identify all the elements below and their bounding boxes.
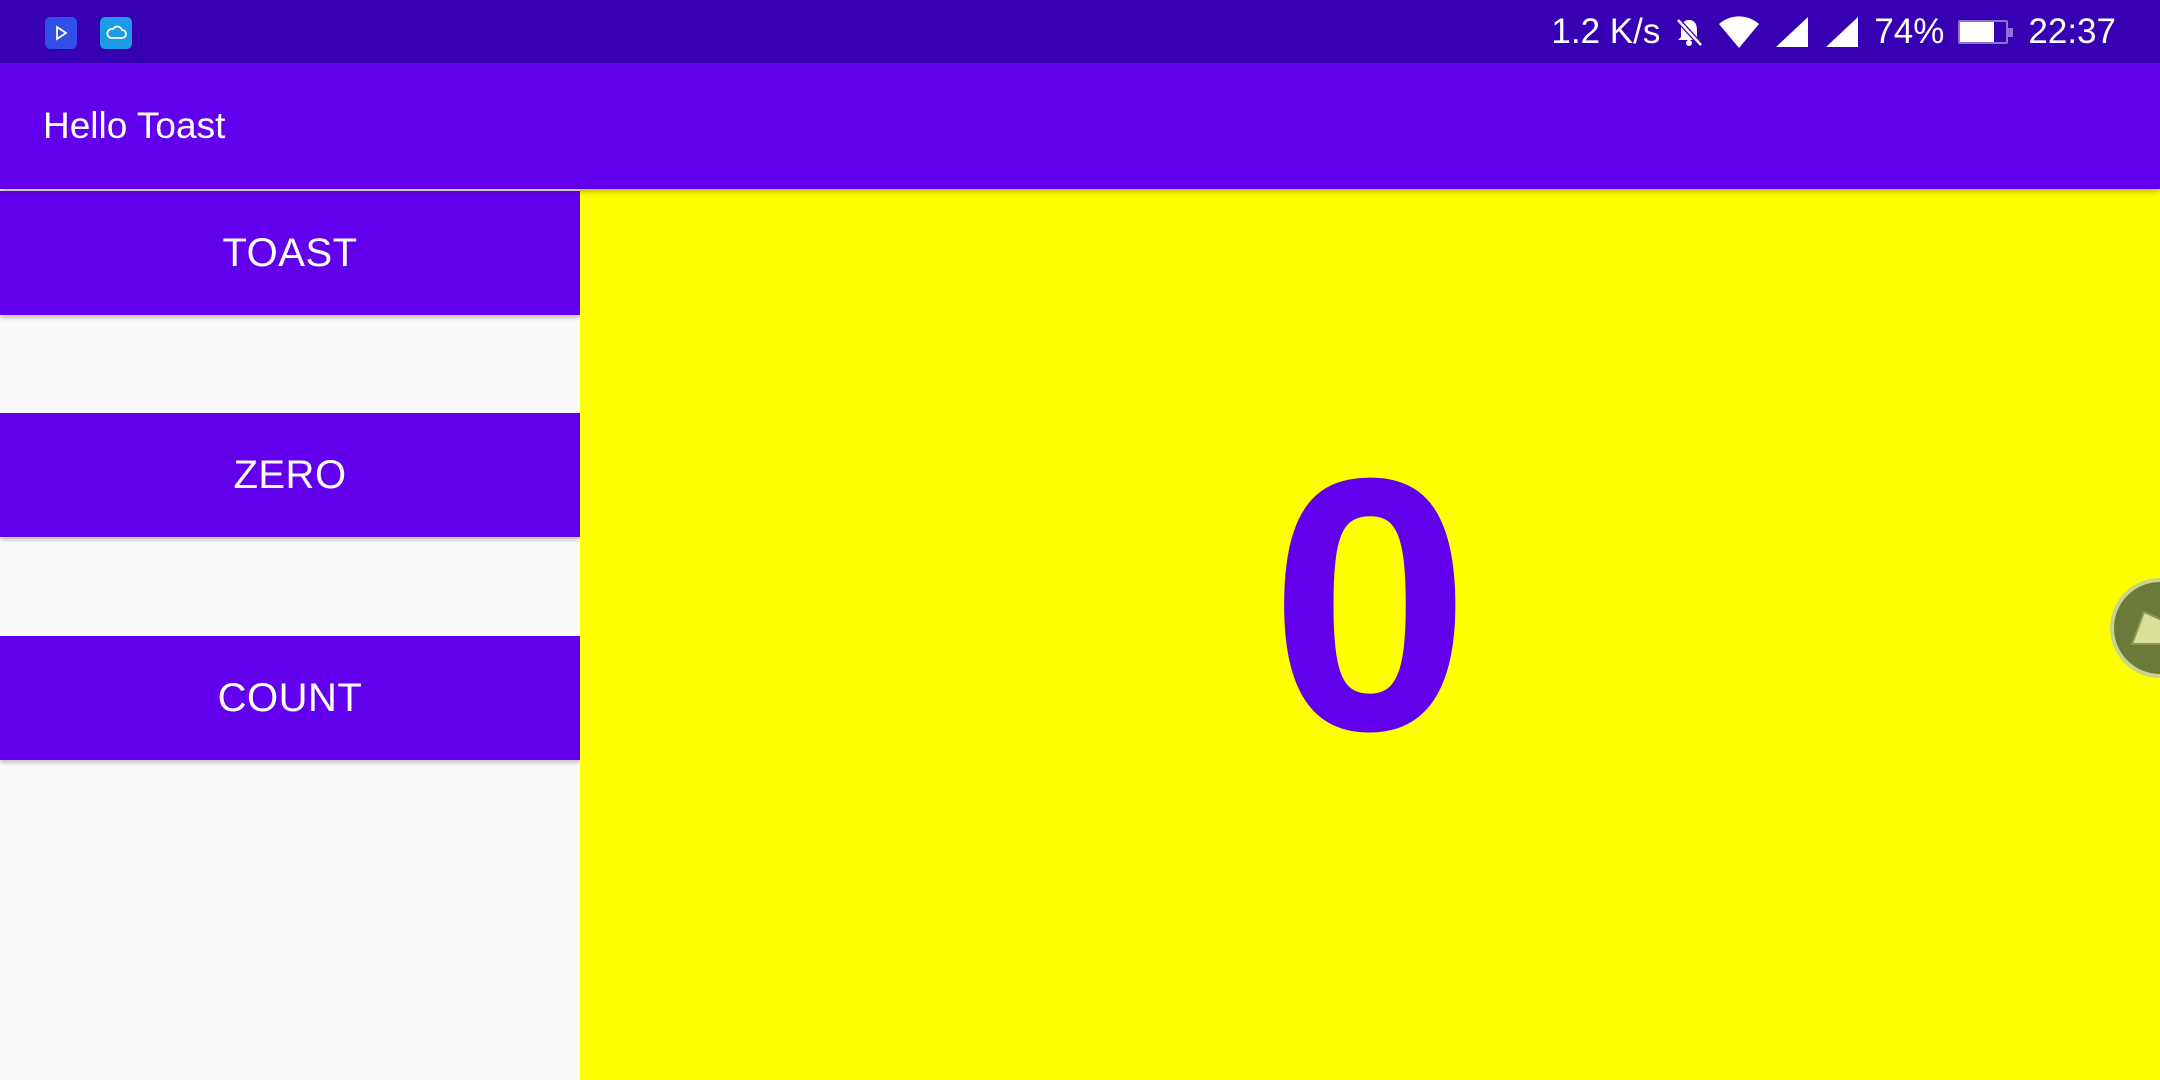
wifi-icon: ↑↓ [1718, 15, 1760, 49]
count-panel: 0 [580, 189, 2160, 1080]
signal-icon [1824, 15, 1860, 49]
cloud-app-icon [100, 17, 132, 49]
clock: 22:37 [2028, 11, 2116, 51]
zero-button[interactable]: ZERO [0, 413, 580, 537]
battery-icon [1958, 19, 2014, 44]
toast-button[interactable]: TOAST [0, 191, 580, 315]
bell-off-icon [1674, 16, 1704, 48]
network-speed: 1.2 K/s [1551, 11, 1661, 51]
button-column: TOAST ZERO COUNT [0, 189, 580, 1080]
svg-text:↑↓: ↑↓ [1745, 39, 1755, 49]
app-bar: Hello Toast [0, 63, 2160, 189]
count-button[interactable]: COUNT [0, 636, 580, 760]
app-title: Hello Toast [43, 105, 226, 146]
signal-icon [1774, 15, 1810, 49]
play-app-icon [45, 17, 77, 49]
status-bar: 1.2 K/s ↑↓ 74% 22:37 [0, 0, 2160, 63]
count-value: 0 [1269, 403, 1471, 806]
battery-percent: 74% [1874, 11, 1945, 51]
